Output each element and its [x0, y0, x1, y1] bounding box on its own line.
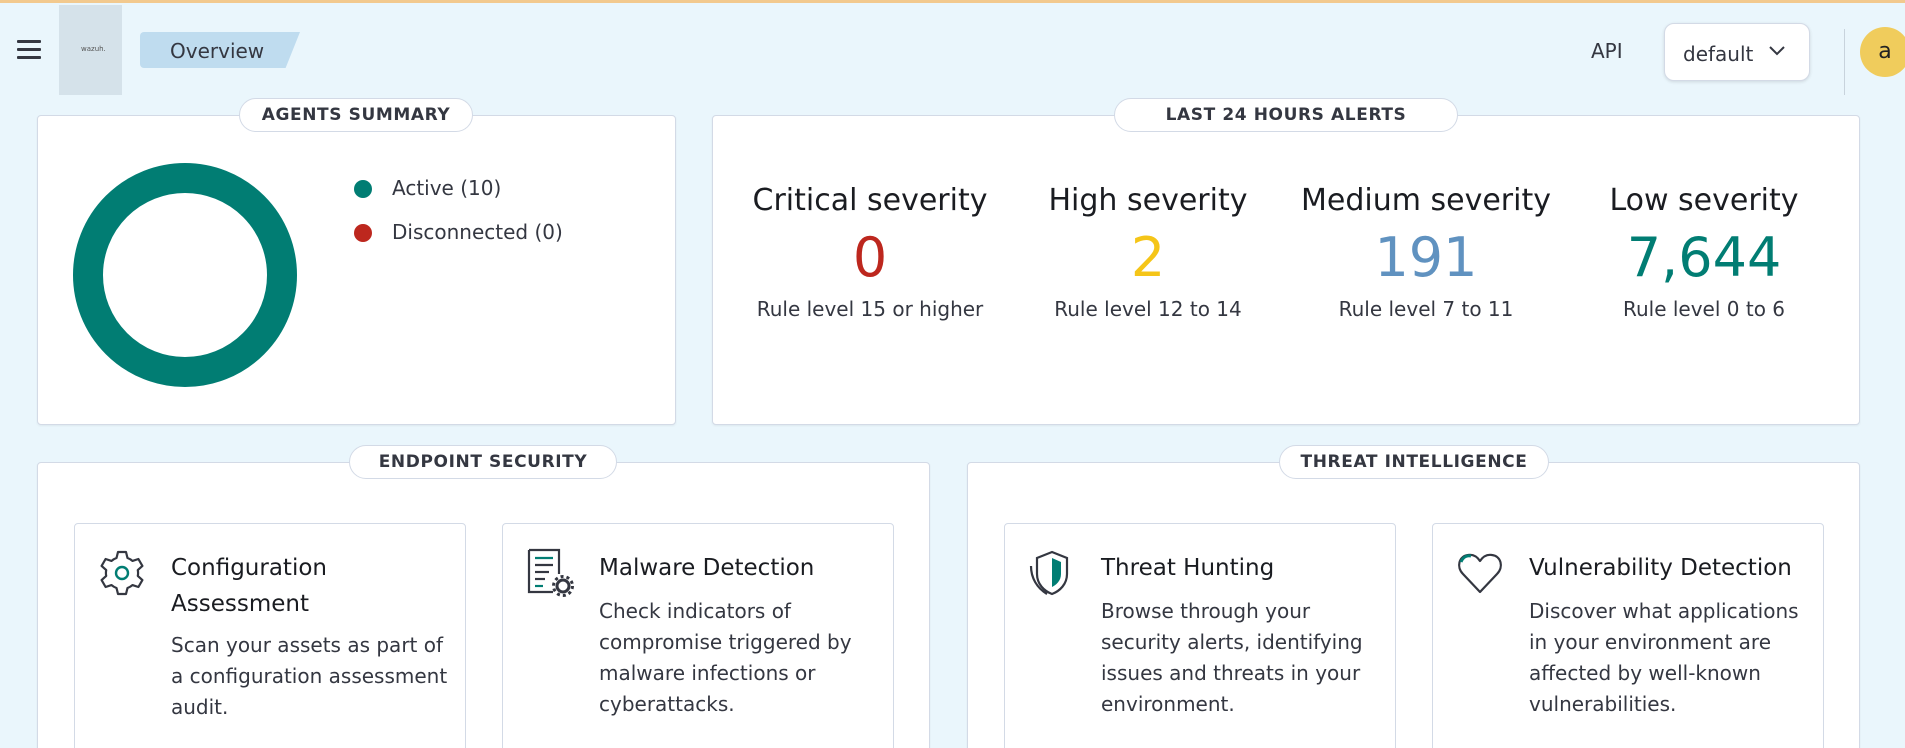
alert-low-value[interactable]: 7,644	[1569, 225, 1839, 291]
endpoint-security-title: ENDPOINT SECURITY	[349, 445, 617, 479]
legend-active-label[interactable]: Active (10)	[392, 176, 501, 200]
header-divider	[1844, 29, 1845, 95]
alert-low-sub: Rule level 0 to 6	[1622, 297, 1786, 321]
user-avatar[interactable]: a	[1860, 27, 1905, 77]
card-malware-detection[interactable]: Malware Detection Check indicators of co…	[502, 523, 894, 748]
threat-intelligence-panel: Threat Hunting Browse through your secur…	[967, 462, 1860, 748]
card-vulnerability-detection-desc: Discover what applications in your envir…	[1529, 599, 1799, 716]
card-configuration-assessment-desc: Scan your assets as part of a configurat…	[171, 633, 448, 719]
legend-disconnected-dot	[354, 224, 372, 242]
card-threat-hunting-desc: Browse through your security alerts, ide…	[1101, 599, 1363, 716]
alert-critical[interactable]: Critical severity 0 Rule level 15 or hig…	[735, 181, 1005, 321]
alert-critical-value[interactable]: 0	[735, 225, 1005, 291]
alert-high-value[interactable]: 2	[1013, 225, 1283, 291]
gear-icon	[100, 550, 144, 596]
agents-summary-title: AGENTS SUMMARY	[239, 98, 473, 132]
breadcrumb-overview[interactable]: Overview	[170, 39, 264, 63]
donut-active-segment	[73, 163, 297, 387]
alerts-title: LAST 24 HOURS ALERTS	[1114, 98, 1458, 132]
alert-medium-sub: Rule level 7 to 11	[1338, 297, 1514, 321]
shield-icon	[1029, 550, 1069, 596]
api-select[interactable]: default	[1664, 23, 1810, 81]
card-vulnerability-detection[interactable]: Vulnerability Detection Discover what ap…	[1432, 523, 1824, 748]
card-configuration-assessment[interactable]: Configuration Assessment Scan your asset…	[74, 523, 466, 748]
card-threat-hunting-title: Threat Hunting	[1101, 555, 1275, 581]
alert-medium[interactable]: Medium severity 191 Rule level 7 to 11	[1291, 181, 1561, 321]
agents-donut-chart	[73, 163, 297, 387]
alert-critical-sub: Rule level 15 or higher	[756, 297, 984, 321]
alert-low[interactable]: Low severity 7,644 Rule level 0 to 6	[1569, 181, 1839, 321]
card-malware-detection-title: Malware Detection	[599, 555, 815, 581]
alert-high[interactable]: High severity 2 Rule level 12 to 14	[1013, 181, 1283, 321]
endpoint-security-panel: Configuration Assessment Scan your asset…	[37, 462, 930, 748]
card-vulnerability-detection-title: Vulnerability Detection	[1529, 555, 1792, 581]
hamburger-menu-icon[interactable]	[12, 37, 46, 65]
alert-low-title: Low severity	[1609, 183, 1799, 218]
card-threat-hunting[interactable]: Threat Hunting Browse through your secur…	[1004, 523, 1396, 748]
alert-medium-title: Medium severity	[1301, 183, 1551, 218]
app-header: wazuh. Overview API default a	[0, 3, 1905, 95]
legend-active-dot	[354, 180, 372, 198]
chevron-down-icon	[1769, 46, 1785, 56]
agents-summary-panel: Active (10) Disconnected (0)	[37, 115, 676, 425]
threat-intelligence-title: THREAT INTELLIGENCE	[1279, 445, 1549, 479]
heart-icon	[1458, 553, 1502, 594]
alerts-panel: Critical severity 0 Rule level 15 or hig…	[712, 115, 1860, 425]
api-select-value: default	[1683, 42, 1754, 66]
legend-disconnected-label[interactable]: Disconnected (0)	[392, 220, 563, 244]
alert-critical-title: Critical severity	[752, 183, 988, 218]
alert-high-sub: Rule level 12 to 14	[1054, 297, 1242, 321]
document-gear-icon	[527, 548, 574, 597]
card-configuration-assessment-title: Configuration Assessment	[171, 555, 327, 617]
alert-medium-value[interactable]: 191	[1291, 225, 1561, 291]
app-logo[interactable]: wazuh.	[59, 5, 122, 95]
logo-text: wazuh.	[81, 45, 106, 53]
api-label: API	[1591, 39, 1623, 63]
card-malware-detection-desc: Check indicators of compromise triggered…	[599, 599, 852, 716]
alert-high-title: High severity	[1048, 183, 1248, 218]
